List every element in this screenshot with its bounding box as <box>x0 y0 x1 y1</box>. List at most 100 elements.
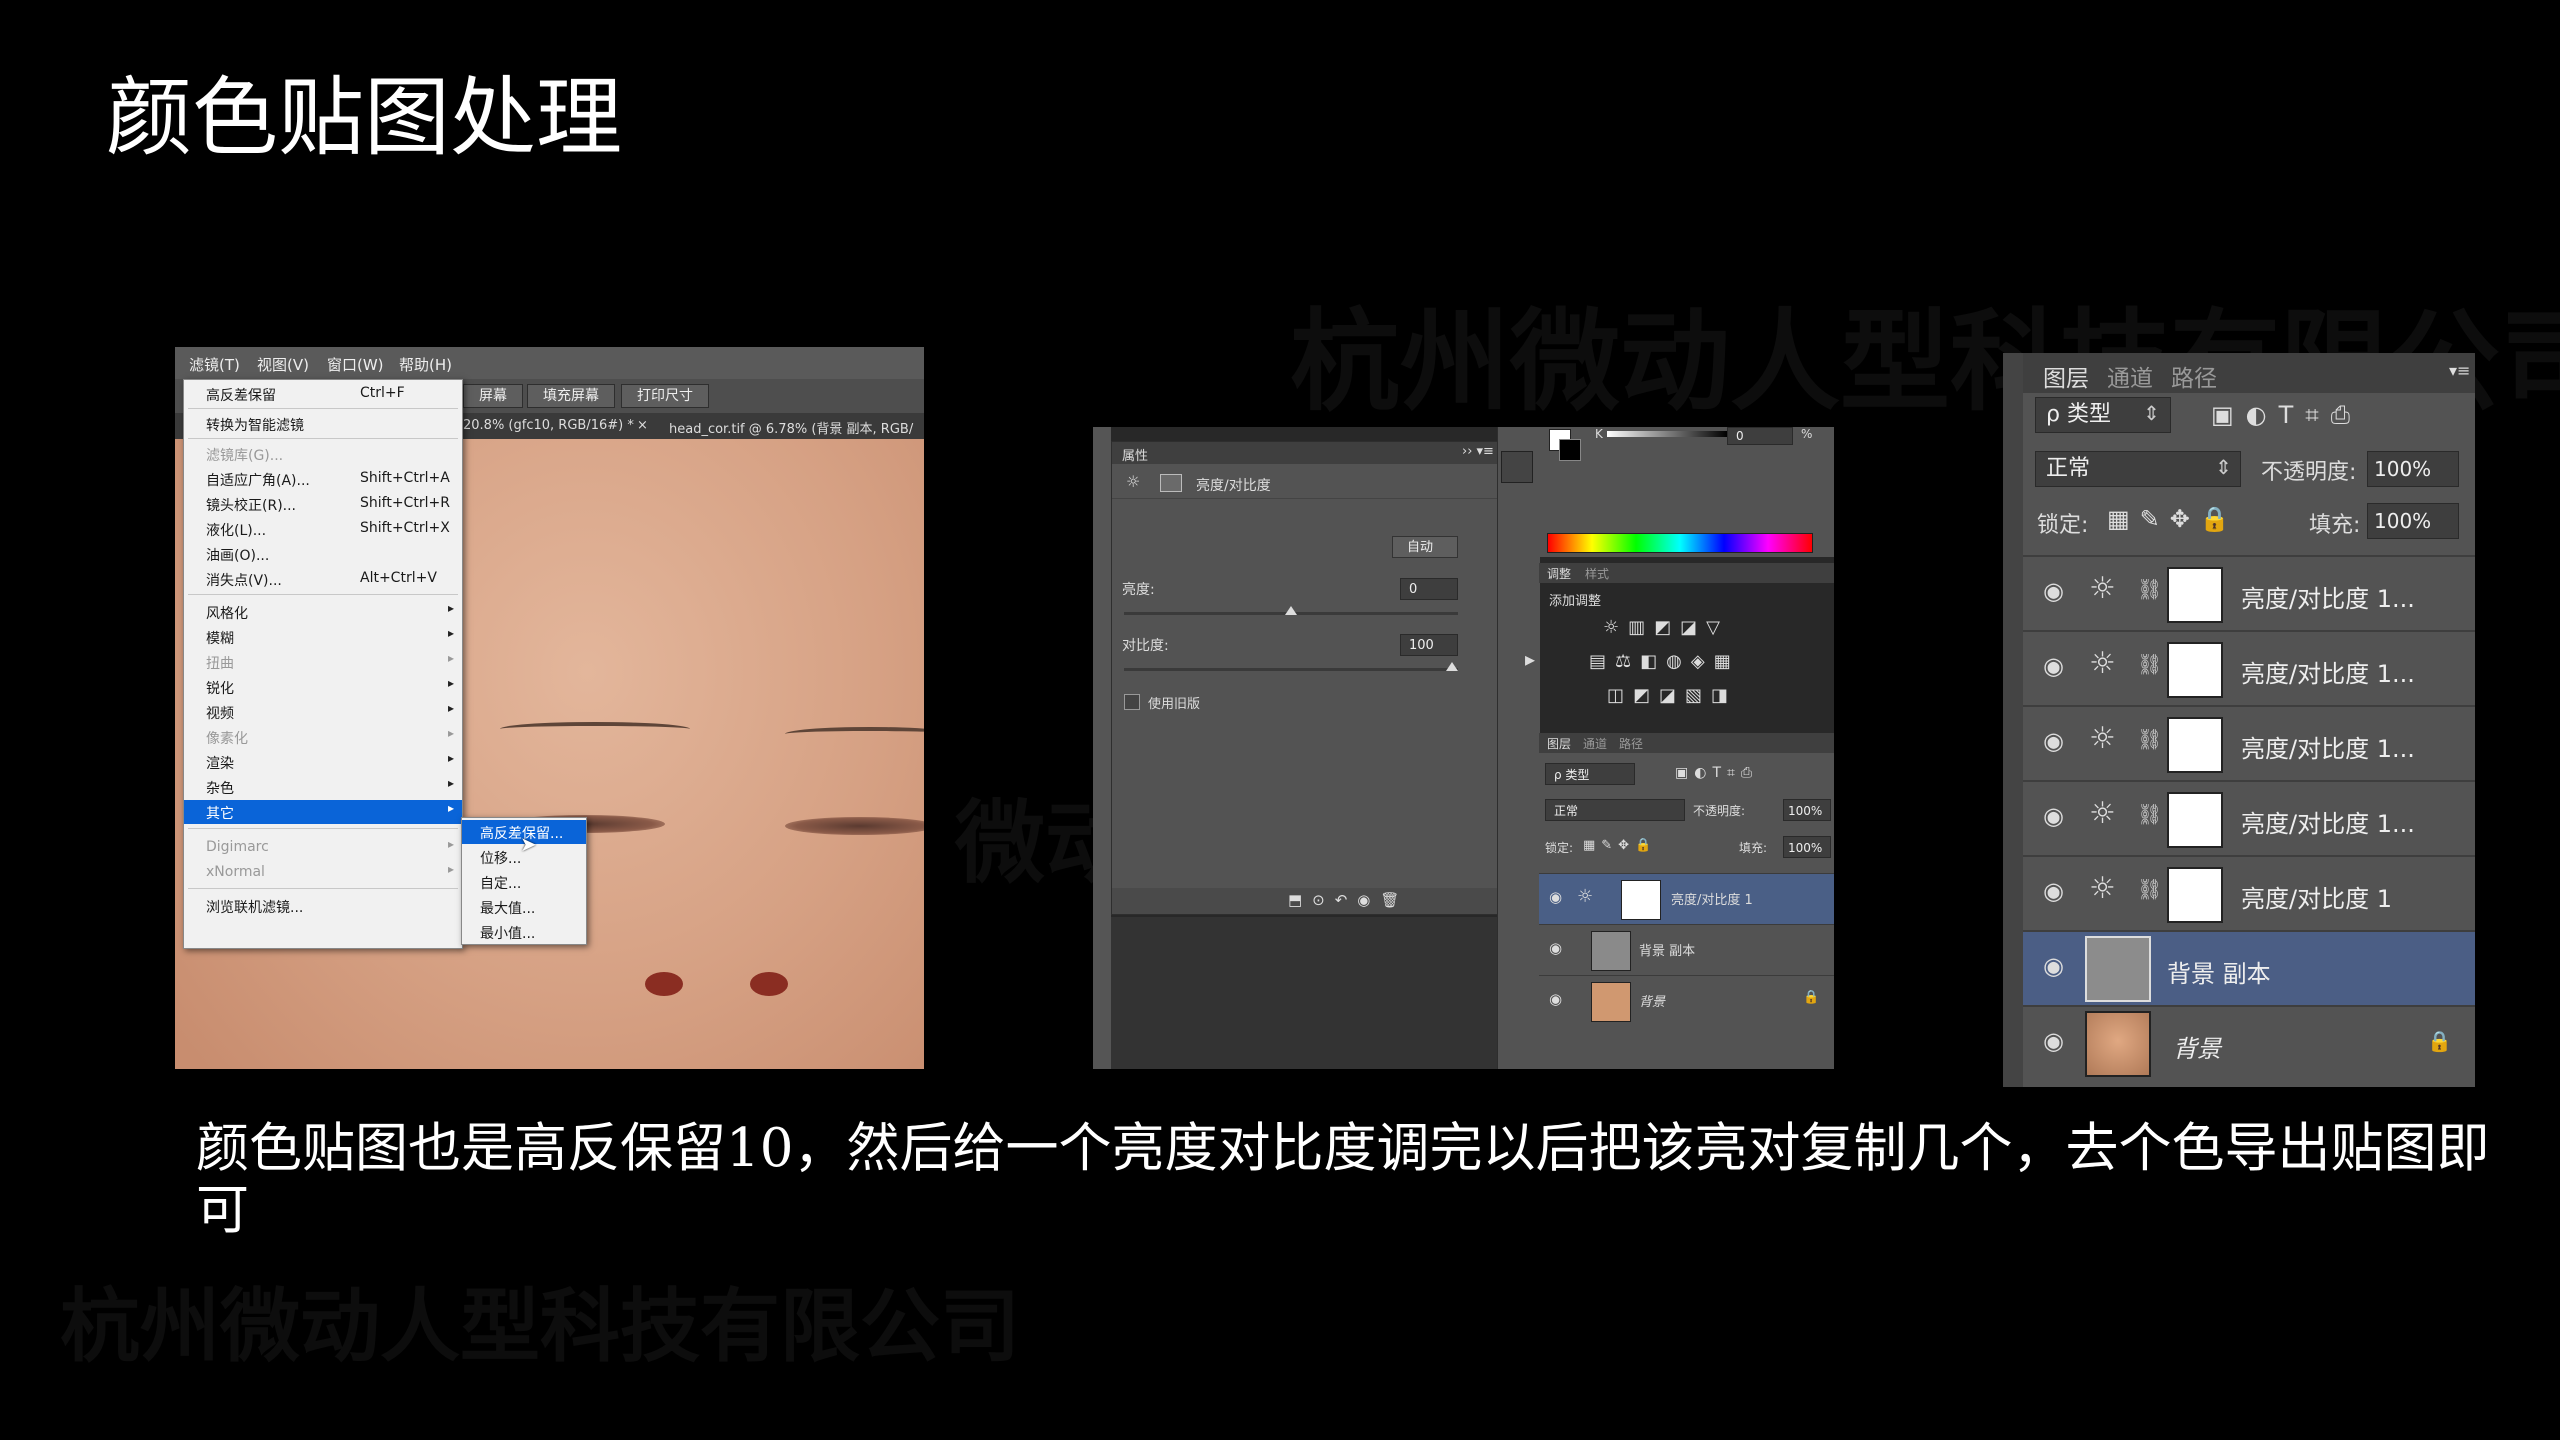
menu-item-sharpen[interactable]: 锐化 ▸ <box>184 675 462 699</box>
visibility-eye-icon[interactable]: ◉ <box>2043 1027 2064 1055</box>
opacity-input[interactable]: 100% <box>2367 451 2459 487</box>
visibility-eye-icon[interactable]: ◉ <box>2043 727 2064 755</box>
menu-item-smart-filter[interactable]: 转换为智能滤镜 <box>184 412 462 436</box>
menu-item-last-filter[interactable]: 高反差保留 Ctrl+F <box>184 382 462 406</box>
close-icon[interactable]: × <box>637 418 648 433</box>
document-tab[interactable]: head_cor.tif @ 6.78% (背景 副本, RGB/ <box>669 418 913 437</box>
submenu-item-custom[interactable]: 自定... <box>462 870 586 894</box>
layer-row-background[interactable]: ◉ 背景 🔒 <box>2023 1005 2475 1081</box>
submenu-item-maximum[interactable]: 最大值... <box>462 895 586 919</box>
tab-styles[interactable]: 样式 <box>1585 565 1609 582</box>
menu-view[interactable]: 视图(V) <box>257 354 309 375</box>
menu-help[interactable]: 帮助(H) <box>399 354 452 375</box>
menu-item-pixelate[interactable]: 像素化 ▸ <box>184 725 462 749</box>
sun-icon: ☼ <box>2089 796 2116 831</box>
face-nostril <box>750 972 788 996</box>
blend-mode-select[interactable]: 正常 <box>1545 799 1685 821</box>
adjustment-icons-row-3[interactable]: ◫◩◪▧◨ <box>1607 685 1737 706</box>
print-size-button[interactable]: 打印尺寸 <box>621 384 709 408</box>
visibility-eye-icon[interactable]: ◉ <box>1549 990 1562 1008</box>
layer-filter-icons[interactable]: ▣◐T⌗⎙ <box>1675 765 1758 781</box>
visibility-eye-icon[interactable]: ◉ <box>2043 952 2064 980</box>
menu-item-blur[interactable]: 模糊 ▸ <box>184 625 462 649</box>
adjustment-icons-row-2[interactable]: ▤⚖◧◍◈▦ <box>1589 651 1740 672</box>
tab-layers[interactable]: 图层 <box>2043 359 2089 393</box>
layer-row-brightness-contrast[interactable]: ◉ ☼ ⛓ 亮度/对比度 1... <box>2023 630 2475 706</box>
contrast-label: 对比度: <box>1122 638 1169 654</box>
contrast-slider[interactable] <box>1124 668 1458 671</box>
layer-row-brightness-contrast[interactable]: ◉ ☼ ⛓ 亮度/对比度 1... <box>2023 780 2475 856</box>
visibility-eye-icon[interactable]: ◉ <box>1549 939 1562 957</box>
layer-row-background-copy[interactable]: ◉ 背景 副本 <box>1539 924 1834 975</box>
layer-row-brightness-contrast[interactable]: ◉ ☼ 亮度/对比度 1 <box>1539 873 1834 924</box>
panel-menu-icon[interactable]: ▾≡ <box>2449 361 2470 380</box>
menu-item-render[interactable]: 渲染 ▸ <box>184 750 462 774</box>
adjustment-icons-row-1[interactable]: ☼▥◩◪▽ <box>1603 617 1729 638</box>
layer-row-brightness-contrast[interactable]: ◉ ☼ ⛓ 亮度/对比度 1 <box>2023 855 2475 931</box>
brightness-input[interactable]: 0 <box>1400 578 1458 600</box>
tab-layers[interactable]: 图层 <box>1547 735 1571 752</box>
fill-input[interactable]: 100% <box>1783 836 1831 858</box>
menu-filter[interactable]: 滤镜(T) <box>189 354 240 375</box>
fill-input[interactable]: 100% <box>2367 503 2459 539</box>
contrast-slider-thumb[interactable] <box>1446 662 1458 671</box>
menu-item-filter-gallery[interactable]: 滤镜库(G)... <box>184 442 462 466</box>
menu-item-video[interactable]: 视频 ▸ <box>184 700 462 724</box>
tab-paths[interactable]: 路径 <box>1619 735 1643 752</box>
lock-icons[interactable]: ▦✎✥🔒 <box>1583 838 1657 853</box>
layer-filter-icons[interactable]: ▣◐T⌗⎙ <box>2211 401 2362 429</box>
color-ramp[interactable] <box>1547 533 1813 553</box>
layer-row-brightness-contrast[interactable]: ◉ ☼ ⛓ 亮度/对比度 1... <box>2023 705 2475 781</box>
tab-channels[interactable]: 通道 <box>2107 359 2153 393</box>
menu-item-oil-paint[interactable]: 油画(O)... <box>184 542 462 566</box>
menu-item-browse-online[interactable]: 浏览联机滤镜... <box>184 894 462 918</box>
tab-paths[interactable]: 路径 <box>2171 359 2217 393</box>
fill-label: 填充: <box>1739 841 1768 855</box>
menu-item-liquify[interactable]: 液化(L)... Shift+Ctrl+X <box>184 517 462 541</box>
properties-tab[interactable]: 属性 <box>1122 445 1148 464</box>
tab-adjustments[interactable]: 调整 <box>1547 565 1571 582</box>
fill-screen-button[interactable]: 填充屏幕 <box>527 384 615 408</box>
use-legacy-checkbox[interactable] <box>1124 694 1140 710</box>
face-eye <box>785 817 924 835</box>
visibility-eye-icon[interactable]: ◉ <box>2043 652 2064 680</box>
tab-channels[interactable]: 通道 <box>1583 735 1607 752</box>
layer-row-background[interactable]: ◉ 背景 🔒 <box>1539 975 1834 1026</box>
visibility-eye-icon[interactable]: ◉ <box>2043 802 2064 830</box>
opacity-input[interactable]: 100% <box>1783 799 1831 821</box>
menu-item-noise[interactable]: 杂色 ▸ <box>184 775 462 799</box>
contrast-input[interactable]: 100 <box>1400 634 1458 656</box>
opacity-label: 不透明度: <box>2261 460 2357 485</box>
panel-toggle-icon[interactable] <box>1501 451 1533 483</box>
menu-bar: 滤镜(T) 视图(V) 窗口(W) 帮助(H) <box>175 347 924 380</box>
menu-item-adaptive-wide[interactable]: 自适应广角(A)... Shift+Ctrl+A <box>184 467 462 491</box>
brightness-slider-thumb[interactable] <box>1285 606 1297 615</box>
submenu-item-minimum[interactable]: 最小值... <box>462 920 586 944</box>
menu-item-lens-correction[interactable]: 镜头校正(R)... Shift+Ctrl+R <box>184 492 462 516</box>
color-value-input[interactable]: 0 <box>1727 427 1793 445</box>
panel-menu-icon[interactable]: ›› ▾≡ <box>1462 444 1494 459</box>
layer-row-background-copy[interactable]: ◉ 背景 副本 <box>2023 930 2475 1006</box>
menu-item-vanishing-point[interactable]: 消失点(V)... Alt+Ctrl+V <box>184 567 462 591</box>
document-tab[interactable]: 20.8% (gfc10, RGB/16#) * <box>463 418 634 433</box>
menu-item-stylize[interactable]: 风格化 ▸ <box>184 600 462 624</box>
visibility-eye-icon[interactable]: ◉ <box>2043 877 2064 905</box>
layer-mask-thumbnail <box>2167 642 2223 698</box>
menu-window[interactable]: 窗口(W) <box>327 354 384 375</box>
auto-button[interactable]: 自动 <box>1392 536 1458 558</box>
menu-item-digimarc[interactable]: Digimarc ▸ <box>184 836 462 860</box>
menu-item-other[interactable]: 其它 ▸ <box>184 800 462 824</box>
layer-kind-filter[interactable]: ρ 类型 <box>1545 763 1635 785</box>
fit-screen-button[interactable]: 屏幕 <box>463 384 523 408</box>
menu-item-xnormal[interactable]: xNormal ▸ <box>184 861 462 885</box>
blend-mode-select[interactable]: 正常 <box>2035 451 2241 487</box>
menu-item-distort[interactable]: 扭曲 ▸ <box>184 650 462 674</box>
visibility-eye-icon[interactable]: ◉ <box>1549 888 1562 906</box>
panel-footer-icons[interactable]: ⬒⊙↶◉🗑 <box>1288 891 1409 909</box>
mask-icon[interactable] <box>1160 474 1182 492</box>
lock-icons[interactable]: ▦✎✥🔒 <box>2107 505 2240 533</box>
layer-row-brightness-contrast[interactable]: ◉ ☼ ⛓ 亮度/对比度 1... <box>2023 555 2475 631</box>
sun-icon: ☼ <box>2089 571 2116 606</box>
face-nostril <box>645 972 683 996</box>
visibility-eye-icon[interactable]: ◉ <box>2043 577 2064 605</box>
